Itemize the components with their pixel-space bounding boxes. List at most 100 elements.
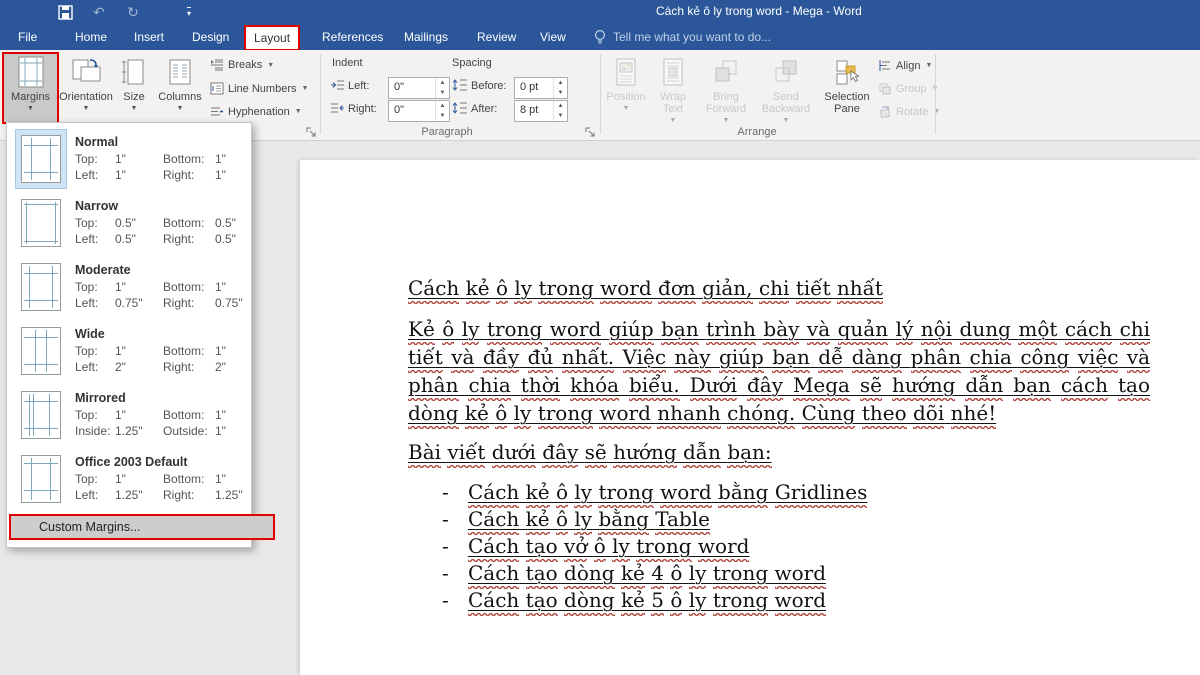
quick-access-toolbar: ↶ ↻ ▾ xyxy=(0,0,206,24)
spinner-up-button[interactable]: ▲ xyxy=(554,78,567,88)
selection-pane-button[interactable]: Selection Pane xyxy=(820,54,874,124)
breaks-button[interactable]: Breaks ▼ xyxy=(210,59,274,71)
margins-button[interactable]: Margins ▼ xyxy=(2,52,59,124)
document-content: Cách kẻ ô ly trong word đơn giản, chi ti… xyxy=(408,274,1150,614)
tab-home[interactable]: Home xyxy=(71,24,111,50)
margin-preset-icon xyxy=(21,455,61,503)
group-separator xyxy=(320,54,321,134)
bullet-dash: - xyxy=(442,587,468,614)
custom-margins-button[interactable]: Custom Margins... xyxy=(9,514,275,540)
margins-preset-moderate[interactable]: Moderate Top:1" Bottom:1" Left:0.75" Rig… xyxy=(7,255,249,319)
undo-icon: ↶ xyxy=(93,5,105,19)
spacing-after-input[interactable]: 8 pt ▲ ▼ xyxy=(514,100,568,122)
bullet-dash: - xyxy=(442,506,468,533)
tab-view[interactable]: View xyxy=(536,24,570,50)
align-button[interactable]: Align ▼ xyxy=(878,59,932,72)
arrange-group-label: Arrange xyxy=(687,126,827,138)
bring-forward-button[interactable]: Bring Forward ▼ xyxy=(698,54,754,124)
indent-left-icon xyxy=(330,79,345,91)
rotate-button[interactable]: Rotate ▼ xyxy=(878,105,940,118)
redo-button[interactable]: ↻ xyxy=(116,0,150,24)
title-bar: ↶ ↻ ▾ Cách kẻ ô ly trong word - Mega - W… xyxy=(0,0,1200,24)
chevron-down-icon: ▼ xyxy=(623,105,630,112)
customize-qat-icon: ▾ xyxy=(187,7,191,18)
spinner-down-button[interactable]: ▼ xyxy=(554,111,567,121)
paragraph-group-label: Paragraph xyxy=(377,126,517,138)
spacing-before-input[interactable]: 0 pt ▲ ▼ xyxy=(514,77,568,99)
selected-preset-highlight xyxy=(15,129,67,189)
list-item: - Cách kẻ ô ly bằng Table xyxy=(442,506,1150,533)
orientation-button[interactable]: Orientation ▼ xyxy=(60,54,112,124)
lightbulb-icon xyxy=(594,29,606,45)
margin-preset-icon xyxy=(21,327,61,375)
selection-pane-icon xyxy=(833,58,861,86)
spinner-up-button[interactable]: ▲ xyxy=(436,101,449,111)
position-icon xyxy=(614,57,638,87)
paragraph-dialog-launcher[interactable] xyxy=(584,126,598,140)
columns-button[interactable]: Columns ▼ xyxy=(156,54,204,124)
chevron-down-icon: ▼ xyxy=(131,105,138,112)
page-setup-dialog-launcher[interactable] xyxy=(305,126,319,140)
hyphenation-button[interactable]: Hyphenation ▼ xyxy=(210,105,302,118)
tab-design[interactable]: Design xyxy=(188,24,233,50)
document-page[interactable]: Cách kẻ ô ly trong word đơn giản, chi ti… xyxy=(300,160,1200,675)
margin-preset-icon xyxy=(21,391,61,439)
selection-pane-label: Selection Pane xyxy=(821,91,873,115)
spinner-down-button[interactable]: ▼ xyxy=(436,88,449,98)
align-icon xyxy=(878,59,892,72)
save-button[interactable] xyxy=(48,0,82,24)
tell-me-placeholder: Tell me what you want to do... xyxy=(613,30,771,44)
indent-right-input[interactable]: 0" ▲ ▼ xyxy=(388,100,450,122)
margins-preset-mirrored[interactable]: Mirrored Top:1" Bottom:1" Inside:1.25" O… xyxy=(7,383,249,447)
spinner-down-button[interactable]: ▼ xyxy=(436,111,449,121)
margin-preset-icon xyxy=(21,263,61,311)
bullet-dash: - xyxy=(442,479,468,506)
chevron-down-icon: ▼ xyxy=(301,85,308,92)
margins-preset-narrow[interactable]: Narrow Top:0.5" Bottom:0.5" Left:0.5" Ri… xyxy=(7,191,249,255)
margin-preset-icon xyxy=(21,199,61,247)
margins-label: Margins xyxy=(11,91,50,103)
margins-preset-wide[interactable]: Wide Top:1" Bottom:1" Left:2" Right:2" xyxy=(7,319,249,383)
line-numbers-button[interactable]: Line Numbers ▼ xyxy=(210,82,308,95)
group-button[interactable]: Group ▼ xyxy=(878,82,939,95)
margin-preset-icon xyxy=(21,135,61,183)
group-separator xyxy=(935,54,936,134)
tab-layout[interactable]: Layout xyxy=(244,25,300,51)
tab-review[interactable]: Review xyxy=(473,24,520,50)
indent-section-label: Indent xyxy=(332,57,363,69)
spinner-up-button[interactable]: ▲ xyxy=(436,78,449,88)
line-numbers-label: Line Numbers xyxy=(228,83,296,95)
align-label: Align xyxy=(896,60,920,72)
indent-left-input[interactable]: 0" ▲ ▼ xyxy=(388,77,450,99)
tab-references[interactable]: References xyxy=(318,24,387,50)
word-window: ↶ ↻ ▾ Cách kẻ ô ly trong word - Mega - W… xyxy=(0,0,1200,675)
preset-name: Normal xyxy=(75,135,249,149)
size-label: Size xyxy=(123,91,144,103)
spinner-up-button[interactable]: ▲ xyxy=(554,101,567,111)
orientation-icon xyxy=(70,57,102,87)
margins-preset-normal[interactable]: Normal Top:1" Bottom:1" Left:1" Right:1" xyxy=(7,127,249,191)
list-item-text: Cách tạo dòng kẻ 5 ô ly trong word xyxy=(468,587,826,614)
bring-forward-label: Bring Forward xyxy=(701,91,751,115)
save-icon xyxy=(58,5,73,20)
position-button[interactable]: Position ▼ xyxy=(604,54,648,124)
tab-file[interactable]: File xyxy=(14,24,41,50)
bullet-dash: - xyxy=(442,533,468,560)
spinner-down-button[interactable]: ▼ xyxy=(554,88,567,98)
size-button[interactable]: Size ▼ xyxy=(114,54,154,124)
margins-preset-office-2003[interactable]: Office 2003 Default Top:1" Bottom:1" Lef… xyxy=(7,447,249,511)
chevron-down-icon: ▼ xyxy=(267,62,274,69)
preset-name: Wide xyxy=(75,327,249,341)
wrap-text-button[interactable]: Wrap Text ▼ xyxy=(650,54,696,124)
customize-qat-button[interactable]: ▾ xyxy=(172,0,206,24)
list-item-text: Cách tạo vở ô ly trong word xyxy=(468,533,749,560)
tell-me-box[interactable]: Tell me what you want to do... xyxy=(594,24,771,50)
send-backward-button[interactable]: Send Backward ▼ xyxy=(756,54,816,124)
chevron-down-icon: ▼ xyxy=(83,105,90,112)
preset-name: Office 2003 Default xyxy=(75,455,249,469)
columns-icon xyxy=(167,57,193,87)
redo-icon: ↻ xyxy=(127,5,139,19)
tab-insert[interactable]: Insert xyxy=(130,24,168,50)
tab-mailings[interactable]: Mailings xyxy=(400,24,452,50)
undo-button[interactable]: ↶ xyxy=(82,0,116,24)
